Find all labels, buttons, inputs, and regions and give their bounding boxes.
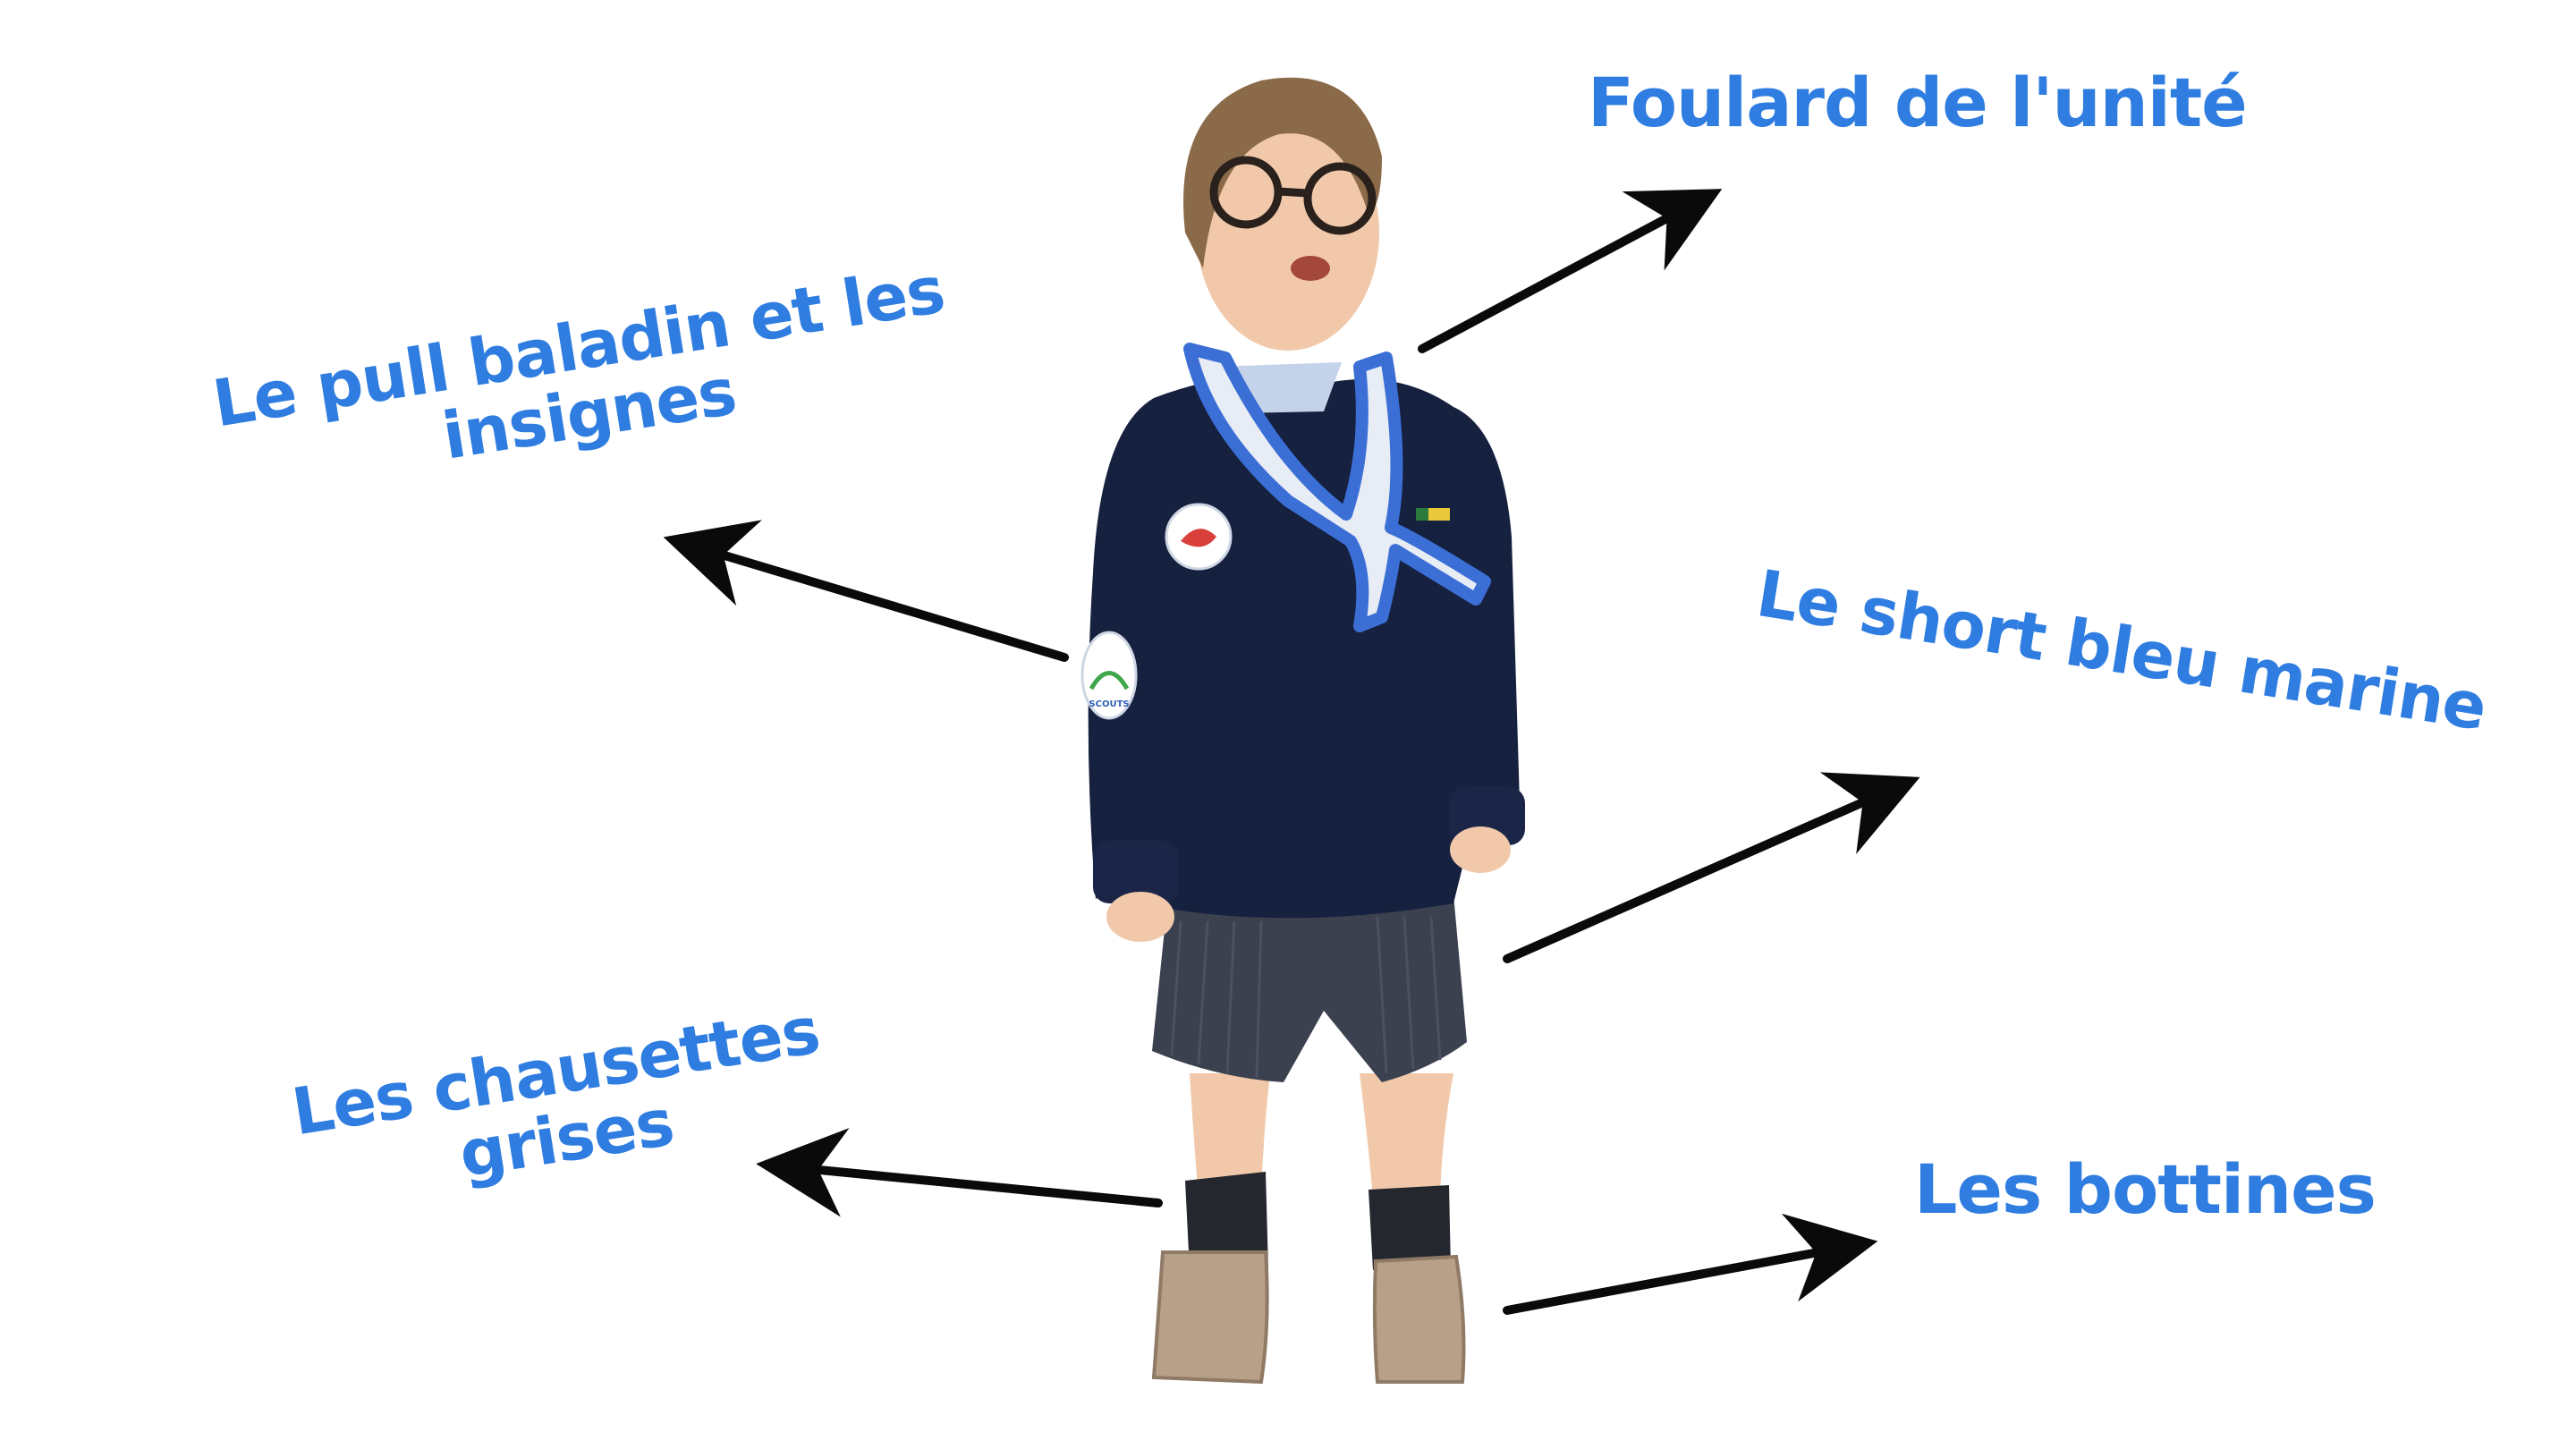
arrow-short	[1503, 772, 1920, 963]
arrow-bottines	[1503, 1213, 1878, 1315]
label-foulard-text: Foulard de l'unité	[1588, 63, 2248, 142]
arrow-chaussettes	[756, 1128, 1163, 1217]
arrow-foulard	[1418, 189, 1723, 353]
annotated-photo: SCOUTS Foulard de l'unité Le pull baladi…	[0, 0, 2576, 1449]
label-foulard: Foulard de l'unité	[1588, 63, 2248, 142]
label-bottines: Les bottines	[1914, 1149, 2377, 1229]
label-bottines-text: Les bottines	[1914, 1149, 2377, 1229]
arrow-pull	[663, 520, 1069, 662]
arrows-layer	[663, 189, 1920, 1315]
